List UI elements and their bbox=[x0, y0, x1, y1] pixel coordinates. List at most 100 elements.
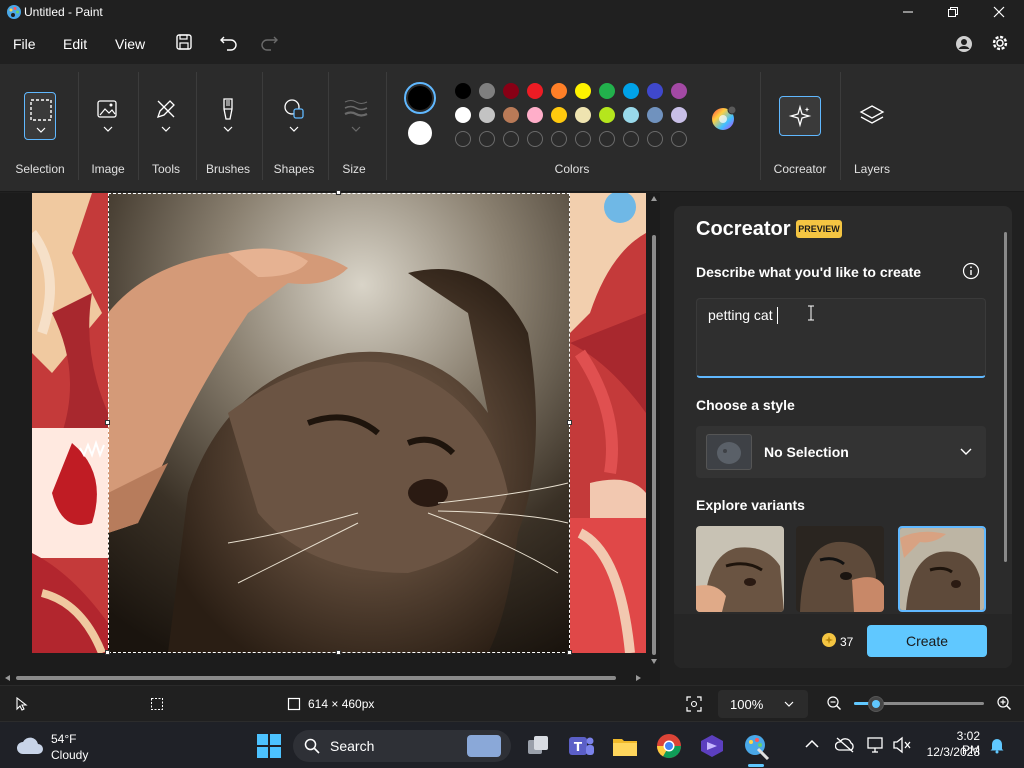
color-swatch[interactable] bbox=[671, 107, 687, 123]
color-swatch[interactable] bbox=[527, 83, 543, 99]
color-swatch[interactable] bbox=[671, 83, 687, 99]
maximize-button[interactable] bbox=[930, 0, 976, 24]
selection-tool-button[interactable] bbox=[24, 92, 56, 140]
zoom-in-icon[interactable] bbox=[996, 695, 1012, 711]
svg-text:T: T bbox=[574, 740, 583, 754]
custom-color-slot[interactable] bbox=[671, 131, 687, 147]
settings-button[interactable] bbox=[990, 33, 1010, 58]
file-explorer-button[interactable] bbox=[611, 732, 639, 760]
undo-button[interactable] bbox=[219, 33, 239, 56]
dev-app-button[interactable] bbox=[698, 732, 726, 760]
chevron-down-icon bbox=[103, 126, 113, 132]
minimize-button[interactable] bbox=[885, 0, 931, 24]
shapes-button[interactable] bbox=[278, 92, 310, 140]
network-icon[interactable] bbox=[866, 736, 886, 754]
custom-color-slot[interactable] bbox=[479, 131, 495, 147]
clock-date[interactable]: 12/3/2023 bbox=[916, 745, 980, 759]
taskbar-search[interactable]: Search bbox=[293, 730, 511, 762]
start-button[interactable] bbox=[255, 732, 283, 760]
edit-colors-button[interactable] bbox=[710, 104, 738, 132]
cocreator-button[interactable] bbox=[779, 96, 821, 136]
paint-taskbar-button[interactable] bbox=[742, 732, 770, 767]
resize-handle-top[interactable] bbox=[336, 190, 341, 195]
color-swatch[interactable] bbox=[623, 107, 639, 123]
create-button[interactable]: Create bbox=[867, 625, 987, 657]
color-swatch[interactable] bbox=[647, 107, 663, 123]
prompt-text: petting cat bbox=[708, 307, 773, 323]
menu-edit[interactable]: Edit bbox=[63, 36, 87, 52]
color-swatch[interactable] bbox=[503, 83, 519, 99]
panel-scrollbar[interactable] bbox=[1004, 232, 1007, 562]
restore-icon bbox=[948, 7, 958, 17]
color-swatch[interactable] bbox=[455, 107, 471, 123]
chevron-up-icon[interactable] bbox=[805, 739, 819, 749]
color-swatch[interactable] bbox=[551, 83, 567, 99]
resize-handle-bottom-left[interactable] bbox=[105, 650, 110, 655]
custom-color-slot[interactable] bbox=[623, 131, 639, 147]
color-swatch[interactable] bbox=[575, 107, 591, 123]
custom-color-slot[interactable] bbox=[527, 131, 543, 147]
color-swatch[interactable] bbox=[479, 107, 495, 123]
color-swatch[interactable] bbox=[647, 83, 663, 99]
zoom-slider-thumb[interactable] bbox=[868, 696, 884, 712]
color-swatch[interactable] bbox=[623, 83, 639, 99]
notification-bell-icon[interactable] bbox=[988, 736, 1006, 754]
info-button[interactable] bbox=[962, 262, 980, 280]
zoom-slider[interactable] bbox=[854, 694, 984, 714]
task-view-button[interactable] bbox=[524, 732, 552, 760]
resize-handle-right[interactable] bbox=[567, 420, 572, 425]
color-swatch[interactable] bbox=[575, 83, 591, 99]
horizontal-scrollbar[interactable] bbox=[4, 670, 648, 681]
tools-button[interactable] bbox=[150, 92, 182, 140]
menu-file[interactable]: File bbox=[13, 36, 36, 52]
zoom-dropdown[interactable]: 100% bbox=[718, 690, 808, 718]
prompt-input[interactable]: petting cat bbox=[696, 298, 986, 378]
color-swatch[interactable] bbox=[527, 107, 543, 123]
custom-color-slot[interactable] bbox=[503, 131, 519, 147]
resize-handle-bottom[interactable] bbox=[336, 650, 341, 655]
color-swatch[interactable] bbox=[599, 83, 615, 99]
color-swatch[interactable] bbox=[551, 107, 567, 123]
redo-button[interactable] bbox=[259, 33, 279, 56]
color-swatch[interactable] bbox=[503, 107, 519, 123]
account-icon bbox=[956, 36, 972, 52]
custom-color-slot[interactable] bbox=[647, 131, 663, 147]
save-button[interactable] bbox=[175, 33, 193, 56]
onedrive-icon[interactable] bbox=[835, 736, 855, 754]
zoom-out-icon[interactable] bbox=[826, 695, 842, 711]
layers-button[interactable] bbox=[858, 102, 886, 130]
chrome-icon bbox=[657, 734, 681, 759]
chrome-button[interactable] bbox=[655, 732, 683, 760]
image-tool-button[interactable] bbox=[92, 92, 124, 140]
color-swatch[interactable] bbox=[455, 83, 471, 99]
image-label: Image bbox=[91, 162, 125, 176]
selection-marquee[interactable] bbox=[108, 193, 570, 653]
custom-color-slot[interactable] bbox=[575, 131, 591, 147]
brushes-button[interactable] bbox=[212, 92, 244, 140]
custom-color-slot[interactable] bbox=[599, 131, 615, 147]
close-button[interactable] bbox=[976, 0, 1022, 24]
title-bar: Untitled - Paint bbox=[0, 0, 1024, 24]
weather-widget[interactable]: 54°F Cloudy bbox=[16, 732, 96, 764]
color-swatch[interactable] bbox=[599, 107, 615, 123]
teams-button[interactable]: T bbox=[567, 732, 595, 760]
variant-thumbnail-1[interactable] bbox=[696, 526, 784, 612]
resize-handle-left[interactable] bbox=[105, 420, 110, 425]
color-palette bbox=[455, 83, 695, 155]
size-button[interactable] bbox=[340, 92, 372, 140]
custom-color-slot[interactable] bbox=[551, 131, 567, 147]
primary-color-button[interactable] bbox=[404, 82, 436, 114]
variant-thumbnail-2[interactable] bbox=[796, 526, 884, 612]
menu-view[interactable]: View bbox=[115, 36, 145, 52]
resize-handle-bottom-right[interactable] bbox=[567, 650, 572, 655]
fit-to-window-icon[interactable] bbox=[686, 696, 702, 712]
style-dropdown[interactable]: No Selection bbox=[696, 426, 986, 478]
task-view-icon bbox=[528, 736, 548, 754]
volume-muted-icon[interactable] bbox=[892, 736, 912, 754]
vertical-scrollbar[interactable] bbox=[650, 193, 658, 667]
variant-thumbnail-3-selected[interactable] bbox=[898, 526, 986, 612]
custom-color-slot[interactable] bbox=[455, 131, 471, 147]
color-swatch[interactable] bbox=[479, 83, 495, 99]
account-button[interactable] bbox=[954, 34, 974, 59]
secondary-color-button[interactable] bbox=[408, 121, 432, 145]
